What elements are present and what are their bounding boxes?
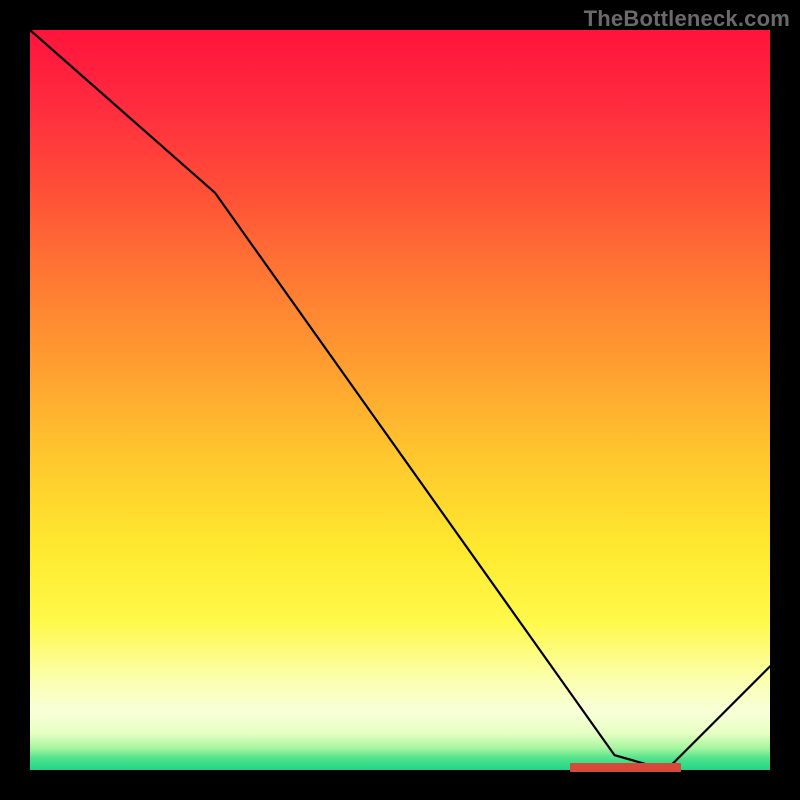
minimum-marker — [570, 763, 681, 772]
plot-area — [30, 30, 770, 770]
curve-path — [30, 30, 770, 770]
bottleneck-curve — [30, 30, 770, 770]
chart-container: TheBottleneck.com — [0, 0, 800, 800]
watermark-label: TheBottleneck.com — [584, 6, 790, 32]
plot-frame — [30, 30, 770, 770]
